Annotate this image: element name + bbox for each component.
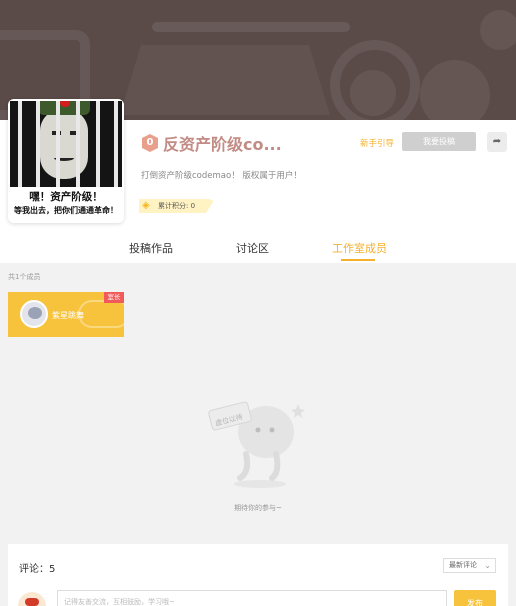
studio-avatar-image	[10, 101, 122, 187]
publish-button[interactable]: 发布	[454, 590, 496, 606]
comment-count: 评论：5	[19, 564, 56, 575]
banner-decoration	[350, 70, 396, 116]
studio-avatar: 嘿！资产阶级！ 等我出去，把你们通通革命！	[8, 99, 124, 223]
active-tab-indicator	[341, 259, 375, 261]
member-avatar	[20, 300, 48, 328]
banner-decoration	[420, 60, 490, 120]
member-count: 共1个成员	[8, 273, 41, 281]
avatar-caption-line-1: 嘿！资产阶级！	[29, 191, 103, 203]
share-icon: ➦	[492, 136, 502, 147]
avatar-caption-line-2: 等我出去，把你们通通革命！	[14, 206, 118, 215]
diamond-icon: ◈	[142, 200, 150, 211]
member-name: 紫星跳舞	[52, 311, 84, 320]
comment-input[interactable]: 记得友善交流，互相鼓励，学习哦~	[57, 590, 447, 606]
studio-title: 反资产阶级co...	[163, 135, 282, 154]
points-label: 累计积分: 0	[158, 202, 196, 210]
tab-works[interactable]: 投稿作品	[129, 240, 173, 256]
submit-work-button[interactable]: 我要投稿	[402, 132, 476, 151]
banner-decoration	[480, 10, 516, 50]
empty-state-illustration: 虚位以待	[208, 401, 305, 488]
empty-state-message: 期待你的参与~	[234, 504, 282, 512]
share-button[interactable]: ➦	[487, 132, 507, 152]
banner-decoration	[120, 45, 330, 115]
owner-badge: 室长	[104, 292, 124, 303]
sort-label: 最新评论	[449, 561, 477, 569]
tab-discussion[interactable]: 讨论区	[236, 240, 269, 256]
banner-decoration	[152, 22, 350, 32]
comment-sort-select[interactable]: 最新评论 ⌄	[443, 558, 496, 573]
guide-link[interactable]: 新手引导	[360, 137, 394, 149]
studio-description: 打倒资产阶级codemao！ 版权属于用户！	[141, 171, 302, 181]
tab-members[interactable]: 工作室成员	[332, 240, 387, 256]
chevron-down-icon: ⌄	[484, 561, 491, 570]
